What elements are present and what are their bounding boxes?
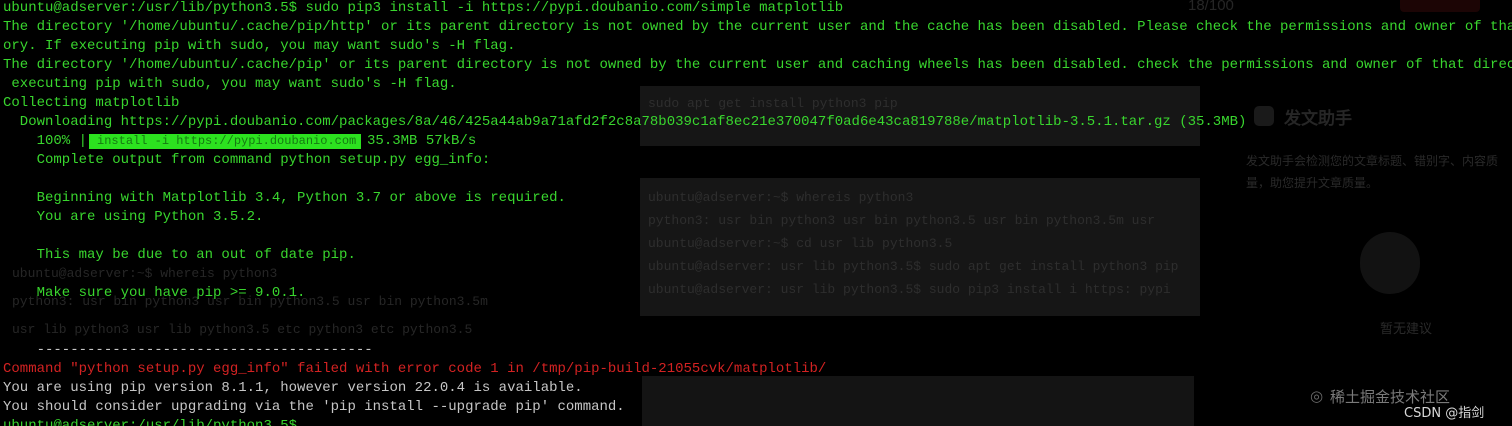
terminal-output-line: executing pip with sudo, you may want su… <box>3 76 457 92</box>
assistant-mascot-icon <box>1360 232 1420 294</box>
progress-size-speed: 35.3MB 57kB/s <box>367 133 477 149</box>
assistant-description: 发文助手会检测您的文章标题、错别字、内容质量，助您提升文章质量。 <box>1246 154 1499 190</box>
terminal-prompt-line[interactable]: ubuntu@adserver:/usr/lib/python3.5$ <box>3 417 297 426</box>
background-code-line: ubuntu@adserver: usr lib python3.5$ sudo… <box>648 259 1179 274</box>
background-code-line: python3: usr bin python3 usr bin python3… <box>648 213 1156 228</box>
background-code-line: ubuntu@adserver: usr lib python3.5$ sudo… <box>648 282 1171 297</box>
terminal-output-line: ory. If executing pip with sudo, you may… <box>3 38 516 54</box>
progress-bar-overlay-text: install -i https://pypi.doubanio.com <box>97 134 357 148</box>
background-left-line: usr lib python3 usr lib python3.5 etc py… <box>12 322 473 337</box>
terminal-output-line: The directory '/home/ubuntu/.cache/pip' … <box>3 57 1512 73</box>
progress-bar: install -i https://pypi.doubanio.com <box>89 134 362 149</box>
terminal-output-line: This may be due to an out of date pip. <box>3 247 356 263</box>
terminal-output-line: Collecting matplotlib <box>3 95 180 111</box>
terminal-output-line: You are using pip version 8.1.1, however… <box>3 380 583 396</box>
publish-button-ghost <box>1400 0 1480 12</box>
terminal-error-line: Command "python setup.py egg_info" faile… <box>3 361 827 377</box>
background-code-block-2: ubuntu@adserver:~$ whereis python3 pytho… <box>640 178 1200 316</box>
juejin-logo-icon: ◎ <box>1310 387 1324 405</box>
background-code-block-3 <box>642 376 1194 426</box>
word-counter: 18/100 <box>1188 0 1234 14</box>
assistant-suggestion: 暂无建议 <box>1380 321 1433 336</box>
terminal-output-line: Make sure you have pip >= 9.0.1. <box>3 285 306 301</box>
background-code-line: ubuntu@adserver:~$ whereis python3 <box>648 190 914 205</box>
terminal-output-line: Downloading https://pypi.doubanio.com/pa… <box>3 114 1247 130</box>
download-progress-row: 100% | install -i https://pypi.doubanio.… <box>3 132 476 151</box>
terminal-command-line: ubuntu@adserver:/usr/lib/python3.5$ sudo… <box>3 0 844 16</box>
assistant-icon <box>1254 106 1274 126</box>
assistant-title: 发文助手 <box>1284 109 1352 128</box>
progress-percent: 100% | <box>3 133 88 149</box>
terminal-separator-line: ---------------------------------------- <box>3 342 373 358</box>
terminal-window[interactable]: 18/100 sudo apt get install python3 pip … <box>0 0 1512 426</box>
background-code-line: ubuntu@adserver:~$ cd usr lib python3.5 <box>648 236 953 251</box>
terminal-output-line: You should consider upgrading via the 'p… <box>3 399 625 415</box>
terminal-output-line: The directory '/home/ubuntu/.cache/pip/h… <box>3 19 1512 35</box>
background-left-line: ubuntu@adserver:~$ whereis python3 <box>12 266 278 281</box>
terminal-output-line: You are using Python 3.5.2. <box>3 209 264 225</box>
terminal-output-line: Complete output from command python setu… <box>3 152 491 168</box>
csdn-watermark: CSDN @指剑 <box>1404 406 1485 421</box>
background-code-line: sudo apt get install python3 pip <box>648 96 898 111</box>
terminal-output-line: Beginning with Matplotlib 3.4, Python 3.… <box>3 190 566 206</box>
